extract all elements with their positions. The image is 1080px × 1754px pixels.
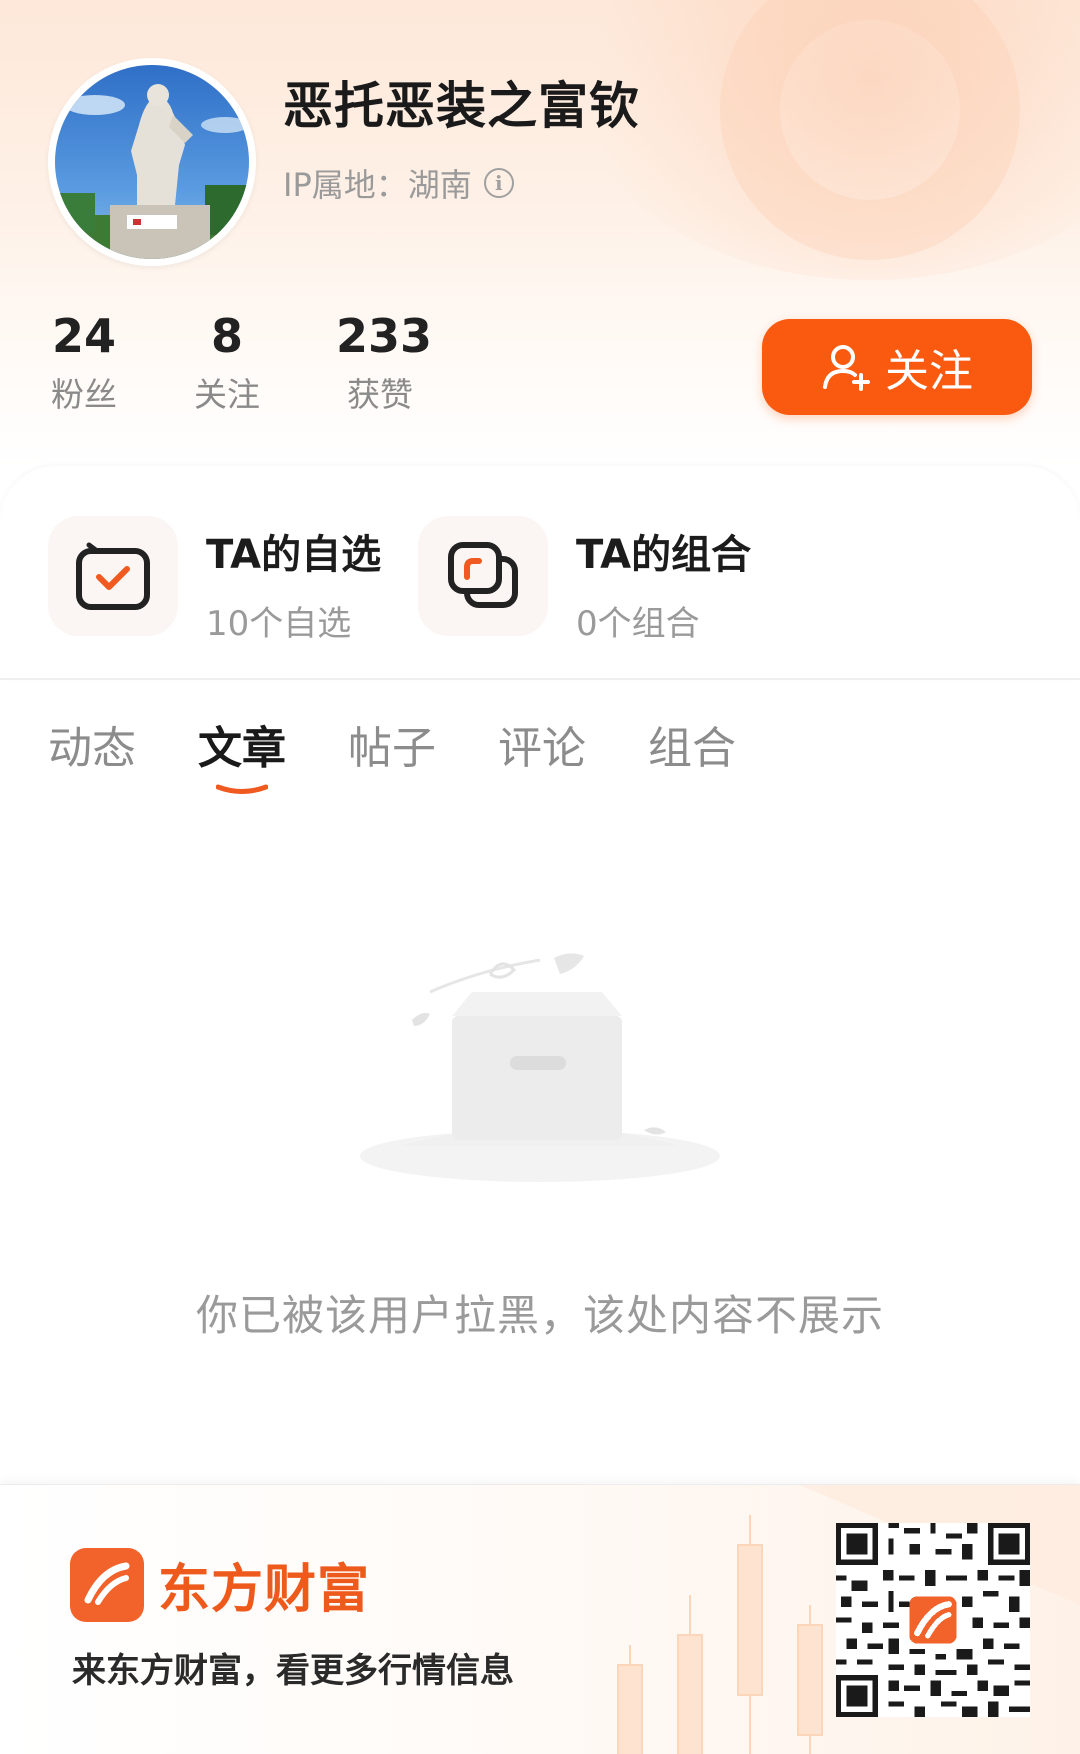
ip-label: IP属地： [283,166,408,204]
portfolio-title: TA的组合 [576,532,752,578]
follow-button-label: 关注 [885,346,973,397]
features-card: TA的自选 10个自选 TA的组合 0个组合 [0,466,1080,680]
following-label: 关注 [194,375,260,414]
ip-value: 湖南 [407,166,472,204]
content-tabs: 动态 文章 帖子 评论 组合 [0,712,1080,802]
tab-dynamics[interactable]: 动态 [48,712,136,776]
stat-fans[interactable]: 24 粉丝 [48,312,120,416]
watchlist-count: 10个自选 [206,604,352,644]
avatar[interactable] [48,58,256,266]
divider [0,678,1080,680]
brand: 东方财富 [70,1547,370,1622]
blocked-message: 你已被该用户拉黑，该处内容不展示 [195,1291,884,1340]
watchlist-icon-box [48,516,178,636]
feature-portfolio[interactable]: TA的组合 0个组合 [418,516,751,645]
following-count: 8 [210,309,243,363]
active-tab-indicator [216,784,268,794]
stat-following[interactable]: 8 关注 [191,312,263,416]
portfolio-icon-box [418,516,548,636]
profile-header: 恶托恶装之富钦 IP属地： 湖南 i 24 粉丝 8 关注 233 获赞 关注 [0,0,1080,470]
empty-box-icon [360,953,720,1182]
add-user-icon [823,345,870,391]
fans-label: 粉丝 [51,375,117,414]
portfolio-icon [448,542,518,608]
tab-articles[interactable]: 文章 [198,712,286,776]
tab-comments[interactable]: 评论 [498,712,586,776]
fans-count: 24 [51,309,116,363]
eastmoney-logo-icon [70,1547,144,1622]
brand-name: 东方财富 [158,1559,371,1620]
feature-watchlist[interactable]: TA的自选 10个自选 [48,516,381,645]
stat-likes[interactable]: 233 获赞 [336,309,433,416]
likes-count: 233 [336,309,433,363]
promo-slogan: 来东方财富，看更多行情信息 [72,1651,514,1691]
info-icon[interactable]: i [483,168,514,198]
likes-label: 获赞 [347,375,413,414]
watchlist-title: TA的自选 [206,532,382,578]
checkbox-icon [76,542,150,610]
ip-location: IP属地： 湖南 i [283,160,514,206]
follow-button[interactable]: 关注 [762,319,1032,415]
qr-code[interactable] [836,1523,1030,1717]
nickname: 恶托恶装之富钦 [283,77,640,135]
portfolio-count: 0个组合 [576,604,700,644]
app-promo-banner[interactable]: 东方财富 来东方财富，看更多行情信息 [0,1484,1080,1754]
tab-portfolios[interactable]: 组合 [648,712,736,776]
tab-posts[interactable]: 帖子 [348,712,436,776]
